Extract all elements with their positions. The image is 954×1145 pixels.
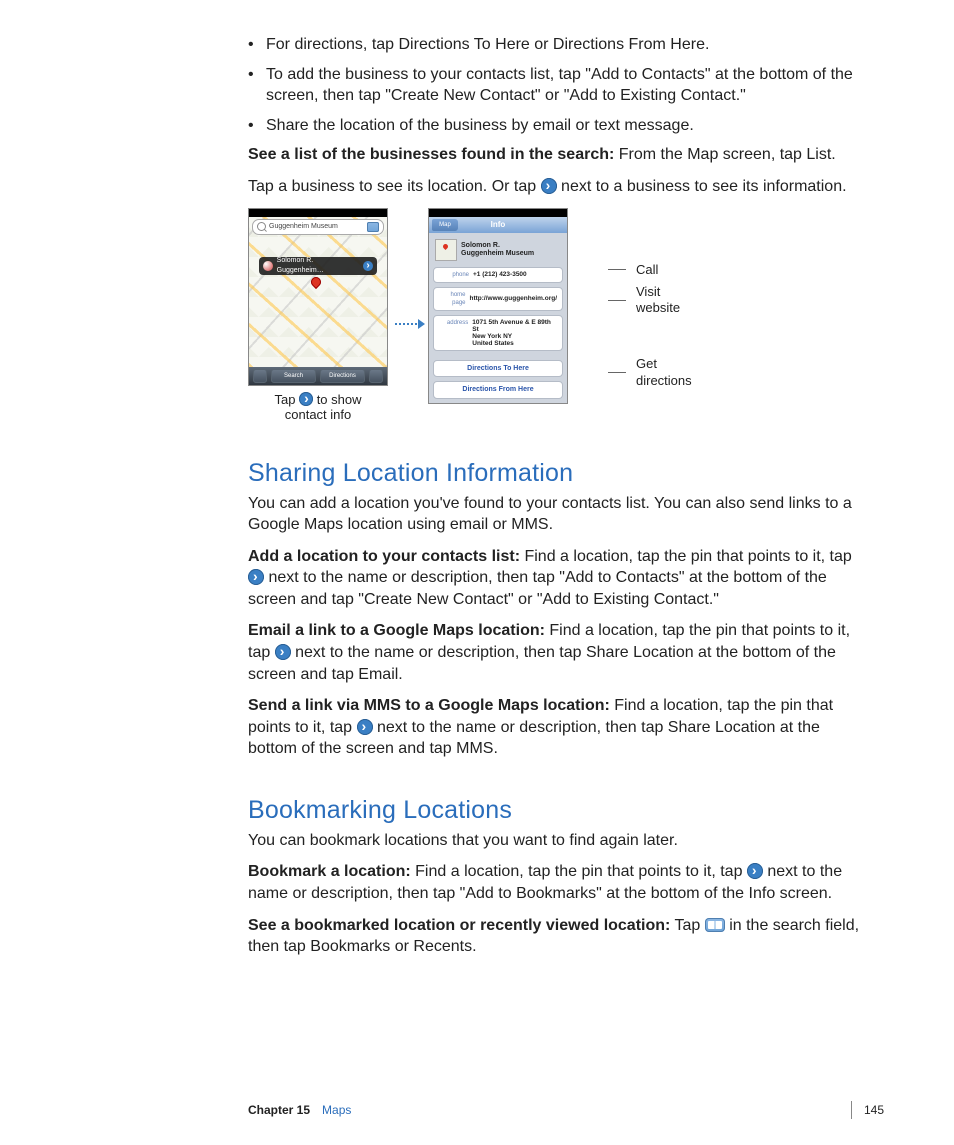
run: From the Map screen, tap List. bbox=[614, 146, 835, 163]
paragraph: Add a location to your contacts list: Fi… bbox=[248, 546, 864, 611]
run: Find a location, tap the pin that points… bbox=[411, 863, 747, 880]
section-heading-bookmarking: Bookmarking Locations bbox=[248, 794, 864, 828]
annot-call: Call bbox=[608, 262, 692, 278]
bookmarks-icon bbox=[705, 918, 725, 932]
run-bold: Email a link to a Google Maps location: bbox=[248, 622, 545, 639]
paragraph: Send a link via MMS to a Google Maps loc… bbox=[248, 695, 864, 760]
run-bold: Bookmark a location: bbox=[248, 863, 411, 880]
info-address-row: address 1071 5th Avenue & E 89th St New … bbox=[433, 315, 563, 352]
disclosure-icon bbox=[248, 569, 264, 585]
directions-from-button: Directions From Here bbox=[433, 381, 563, 398]
row-value: +1 (212) 423-3500 bbox=[473, 271, 527, 278]
footer-title: Maps bbox=[322, 1103, 351, 1117]
run-bold: See a bookmarked location or recently vi… bbox=[248, 917, 670, 934]
info-homepage-row: home page http://www.guggenheim.org/ bbox=[433, 287, 563, 311]
run: next to a business to see its informatio… bbox=[557, 178, 847, 195]
annot-visit: Visit website bbox=[608, 284, 692, 317]
leader-line bbox=[608, 300, 626, 301]
info-body: Solomon R. Guggenheim Museum phone +1 (2… bbox=[429, 233, 567, 403]
run: Find a location, tap the pin that points… bbox=[520, 548, 852, 565]
paragraph: See a bookmarked location or recently vi… bbox=[248, 915, 864, 958]
map-thumb-icon bbox=[435, 239, 457, 261]
page-curl-icon bbox=[369, 369, 383, 383]
paragraph: Email a link to a Google Maps location: … bbox=[248, 620, 864, 685]
paragraph: You can bookmark locations that you want… bbox=[248, 830, 864, 852]
annot-text: Call bbox=[636, 262, 658, 278]
pin-dot-icon bbox=[263, 261, 273, 271]
paragraph: You can add a location you've found to y… bbox=[248, 493, 864, 536]
row-label: phone bbox=[439, 271, 469, 279]
leader-line bbox=[608, 269, 626, 270]
paragraph: Tap a business to see its location. Or t… bbox=[248, 176, 864, 198]
dotted-arrow-icon bbox=[395, 320, 425, 328]
footer-page-number: 145 bbox=[864, 1103, 884, 1117]
disclosure-icon bbox=[357, 719, 373, 735]
map-callout: Solomon R. Guggenheim… bbox=[259, 257, 377, 275]
annot-text: Get directions bbox=[636, 356, 692, 389]
map-search-field: Guggenheim Museum bbox=[252, 219, 384, 235]
annotation-column: Call Visit website Get directions bbox=[608, 262, 692, 395]
map-screenshot-col: Guggenheim Museum Solomon R. Guggenheim…… bbox=[248, 208, 388, 423]
disclosure-icon bbox=[299, 392, 313, 406]
directions-to-button: Directions To Here bbox=[433, 360, 563, 377]
disclosure-icon bbox=[275, 644, 291, 660]
btn-label: Directions From Here bbox=[462, 385, 533, 394]
disclosure-icon bbox=[541, 178, 557, 194]
run: next to the name or description, then ta… bbox=[248, 644, 836, 683]
footer-rule bbox=[851, 1101, 852, 1119]
bullet-text: To add the business to your contacts lis… bbox=[266, 66, 853, 105]
figure: Guggenheim Museum Solomon R. Guggenheim…… bbox=[248, 208, 864, 423]
statusbar bbox=[429, 209, 567, 217]
bullet-text: For directions, tap Directions To Here o… bbox=[266, 36, 709, 53]
annot-text: Visit website bbox=[636, 284, 680, 317]
paragraph: Bookmark a location: Find a location, ta… bbox=[248, 861, 864, 904]
toolbar-directions: Directions bbox=[320, 369, 365, 383]
bullet-list: For directions, tap Directions To Here o… bbox=[248, 34, 864, 136]
figure-caption: Tap to show contact info bbox=[248, 392, 388, 423]
disclosure-icon bbox=[747, 863, 763, 879]
row-label: address bbox=[439, 319, 468, 327]
body-content: For directions, tap Directions To Here o… bbox=[248, 34, 864, 958]
btn-label: Directions To Here bbox=[467, 364, 529, 373]
statusbar bbox=[249, 209, 387, 217]
run: Tap bbox=[275, 392, 300, 407]
disclosure-icon bbox=[363, 261, 373, 271]
annot-get: Get directions bbox=[608, 356, 692, 389]
locate-icon bbox=[253, 369, 267, 383]
map-screenshot: Guggenheim Museum Solomon R. Guggenheim…… bbox=[248, 208, 388, 386]
row-label: home page bbox=[439, 291, 466, 307]
list-item: To add the business to your contacts lis… bbox=[248, 64, 864, 107]
back-button: Map bbox=[432, 219, 458, 231]
callout-text: Solomon R. Guggenheim… bbox=[277, 256, 360, 275]
info-name: Solomon R. Guggenheim Museum bbox=[461, 242, 534, 257]
toolbar-search: Search bbox=[271, 369, 316, 383]
bullet-text: Share the location of the business by em… bbox=[266, 117, 694, 134]
map-canvas: Guggenheim Museum Solomon R. Guggenheim… bbox=[249, 217, 387, 367]
list-item: For directions, tap Directions To Here o… bbox=[248, 34, 864, 56]
footer-chapter: Chapter 15 bbox=[248, 1103, 310, 1117]
map-roads bbox=[249, 217, 387, 367]
info-header: Solomon R. Guggenheim Museum bbox=[433, 237, 563, 263]
row-value: http://www.guggenheim.org/ bbox=[470, 295, 558, 302]
info-screenshot: Map Info Solomon R. Guggenheim Museum ph… bbox=[428, 208, 568, 404]
run: Tap a business to see its location. Or t… bbox=[248, 178, 541, 195]
leader-line bbox=[608, 372, 626, 373]
row-value: 1071 5th Avenue & E 89th St New York NY … bbox=[472, 319, 557, 348]
run-bold: See a list of the businesses found in th… bbox=[248, 146, 614, 163]
search-icon bbox=[257, 222, 266, 231]
run: next to the name or description, then ta… bbox=[248, 569, 827, 608]
list-item: Share the location of the business by em… bbox=[248, 115, 864, 137]
bookmarks-icon bbox=[367, 222, 379, 232]
run: Tap bbox=[670, 917, 704, 934]
run-bold: Send a link via MMS to a Google Maps loc… bbox=[248, 697, 610, 714]
info-titlebar: Map Info bbox=[429, 217, 567, 233]
run-bold: Add a location to your contacts list: bbox=[248, 548, 520, 565]
map-toolbar: Search Directions bbox=[249, 367, 387, 385]
search-text: Guggenheim Museum bbox=[269, 222, 338, 231]
paragraph: See a list of the businesses found in th… bbox=[248, 144, 864, 166]
page-footer: Chapter 15 Maps 145 bbox=[248, 1101, 884, 1119]
info-phone-row: phone +1 (212) 423-3500 bbox=[433, 267, 563, 283]
section-heading-sharing: Sharing Location Information bbox=[248, 457, 864, 491]
